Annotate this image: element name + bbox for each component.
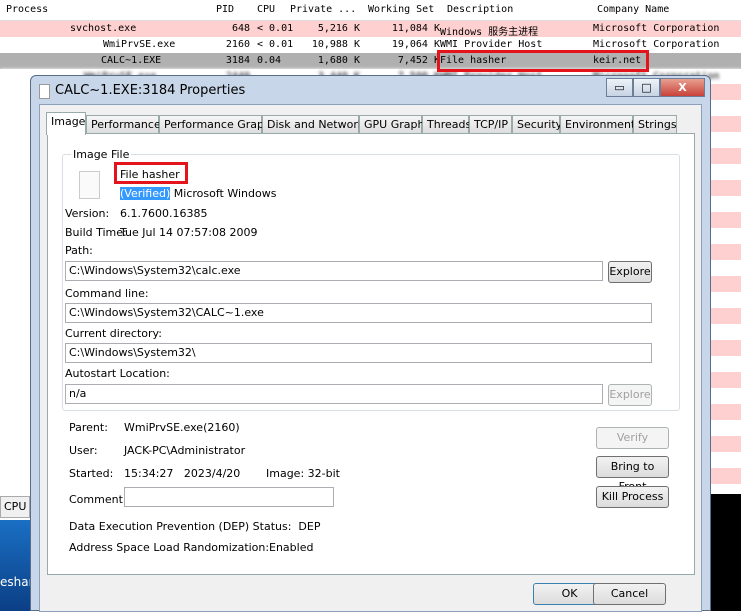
col-process[interactable]: Process [6,4,48,15]
desktop-icon[interactable]: eshar [0,520,34,611]
tab-strings[interactable]: Strings [633,115,677,134]
parent-label: Parent: [69,421,108,434]
path-label: Path: [65,244,93,257]
cell-name: CALC~1.EXE [101,55,162,66]
image-file-group: Image File File hasher (Verified) Micros… [62,148,680,411]
path-field[interactable]: C:\Windows\System32\calc.exe [65,261,603,281]
group-label: Image File [71,148,132,161]
col-working-set[interactable]: Working Set [368,4,434,15]
col-description[interactable]: Description [447,4,513,15]
cell-private: 10,988 K [311,39,360,50]
cell-pid: 3184 [225,55,250,66]
tab-tcp-ip[interactable]: TCP/IP [469,115,512,134]
file-company: Microsoft Windows [173,187,277,200]
bring-to-front-button[interactable]: Bring to Front [596,456,669,493]
build-value: Tue Jul 14 07:57:08 2009 [120,226,258,239]
cell-working: 7,452 K [397,55,440,66]
aslr-label: Address Space Load Randomization: [69,541,270,554]
comment-label: Comment: [69,493,127,506]
description-highlight [114,162,188,184]
build-label: Build Time: [65,226,127,239]
user-value: JACK-PC\Administrator [124,444,246,457]
tab-gpu-graph[interactable]: GPU Graph [359,115,424,134]
cell-private: 1,680 K [317,55,360,66]
cell-working: 11,084 K [391,23,440,34]
user-label: User: [69,444,98,457]
tab-performance[interactable]: Performance [86,115,161,134]
kill-process-button[interactable]: Kill Process [596,486,669,508]
col-company[interactable]: Company Name [597,4,669,15]
file-icon [39,84,50,99]
image-bits: Image: 32-bit [266,467,340,480]
current-directory-field[interactable]: C:\Windows\System32\ [65,343,652,363]
cell-working: 19,064 K [391,39,440,50]
cell-private: 5,216 K [317,23,360,34]
image-tab-panel: Image File File hasher (Verified) Micros… [47,133,695,575]
dialog-client: Image Performance Performance Graph Disk an… [39,104,702,612]
cell-name: WmiPrvSE.exe [103,39,176,50]
comment-field[interactable] [124,487,334,507]
cell-pid: 648 [231,23,250,34]
cmd-label: Command line: [65,287,149,300]
aslr-value: Enabled [269,541,314,554]
process-list-partial [710,84,741,494]
cpu-tab[interactable]: CPU [0,496,30,518]
tab-image[interactable]: Image [46,112,86,135]
cell-pid: 2160 [225,39,250,50]
cwd-label: Current directory: [65,327,162,340]
col-pid[interactable]: PID [216,4,234,15]
explore-autostart-button[interactable]: Explore [608,384,652,406]
verified-label: (Verified) [120,187,171,200]
cell-company: Microsoft Corporation [593,39,720,50]
cell-name: svchost.exe [70,23,137,34]
process-list-header: Process PID CPU Private ... Working Set … [0,0,741,21]
dep-status: Data Execution Prevention (DEP) Status: … [69,520,321,533]
started-value: 15:34:27 2023/4/20 [124,467,241,480]
properties-dialog: CALC~1.EXE:3184 Properties ▭ □ X Image Pe… [30,75,711,612]
tab-environment[interactable]: Environment [560,115,635,134]
cancel-button[interactable]: Cancel [593,583,666,605]
command-line-field[interactable]: C:\Windows\System32\CALC~1.exe [65,303,652,323]
background-window [711,494,741,611]
process-row[interactable]: svchost.exe 648 < 0.01 5,216 K 11,084 K Windo… [0,21,741,38]
started-label: Started: [69,467,114,480]
version-label: Version: [65,207,110,220]
cell-company: Microsoft Corporation [593,23,720,34]
col-private[interactable]: Private ... [290,4,356,15]
cell-cpu: 0.04 [257,55,282,66]
tab-threads[interactable]: Threads [422,115,471,134]
verify-button[interactable]: Verify [596,427,669,449]
close-button[interactable]: X [660,78,705,97]
maximize-button[interactable]: □ [633,78,660,97]
cell-desc: Windows 服务主进程 [440,27,539,38]
autostart-label: Autostart Location: [65,367,170,380]
version-value: 6.1.7600.16385 [120,207,208,220]
tab-performance-graph[interactable]: Performance Graph [159,115,271,134]
dialog-title: CALC~1.EXE:3184 Properties [55,83,246,98]
autostart-field[interactable]: n/a [65,384,603,404]
tab-disk-and-network[interactable]: Disk and Network [262,115,364,134]
highlight-box [437,50,649,72]
col-cpu[interactable]: CPU [257,4,275,15]
cell-desc: WMI Provider Host [440,39,543,50]
parent-value: WmiPrvSE.exe(2160) [124,421,240,434]
tab-security[interactable]: Security [512,115,562,134]
file-image-icon [79,171,100,199]
explore-path-button[interactable]: Explore [608,261,652,283]
minimize-button[interactable]: ▭ [606,78,633,97]
desktop-icon-label: eshar [0,575,34,589]
